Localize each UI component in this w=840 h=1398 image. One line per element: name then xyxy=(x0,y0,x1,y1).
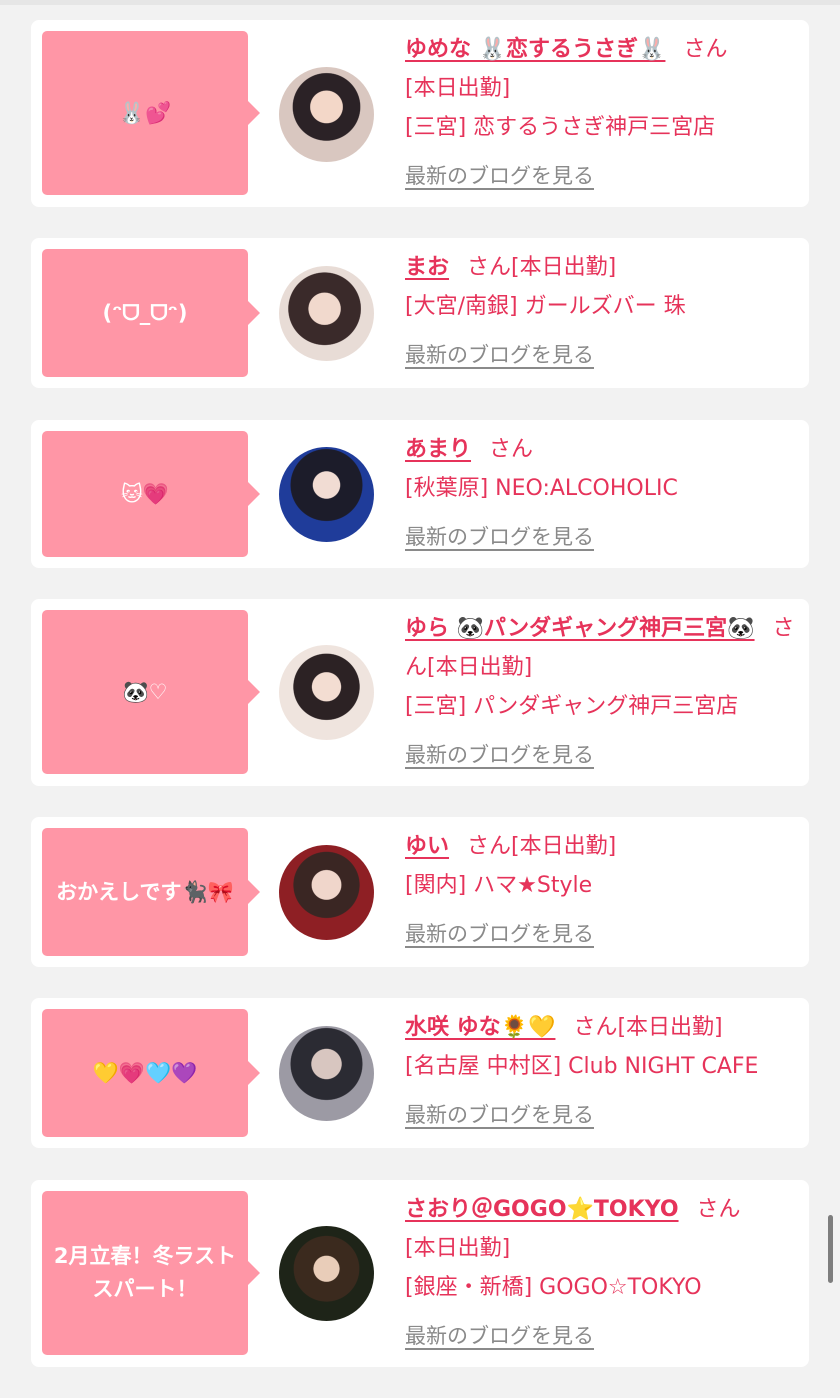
name-line: さおり＠GOGO⭐TOKYO さん xyxy=(405,1190,805,1229)
name-line: あまり さん xyxy=(405,430,805,469)
name-line: ゆめな 🐰恋するうさぎ🐰 さん xyxy=(405,30,805,69)
cast-name-link[interactable]: さおり＠GOGO⭐TOKYO xyxy=(405,1197,679,1222)
cast-name-link[interactable]: あまり xyxy=(405,437,471,462)
post-info: あまり さん [秋葉原] NEO:ALCOHOLIC 最新のブログを見る xyxy=(405,430,805,557)
shop-location: [名古屋 中村区] Club NIGHT CAFE xyxy=(405,1054,759,1079)
post-info: ゆら 🐼パンダギャング神戸三宮🐼 さん[本日出勤] [三宮] パンダギャング神戸三… xyxy=(405,609,805,775)
post-info: ゆめな 🐰恋するうさぎ🐰 さん [本日出勤] [三宮] 恋するうさぎ神戸三宮店 最… xyxy=(405,30,805,196)
post-info: ゆい さん[本日出勤] [関内] ハマ★Style 最新のブログを見る xyxy=(405,827,805,954)
latest-blog-link[interactable]: 最新のブログを見る xyxy=(405,157,805,196)
avatar[interactable] xyxy=(279,845,374,940)
avatar[interactable] xyxy=(279,1226,374,1321)
comment-text: (ᵔᗜ_ᗜᵔ) xyxy=(102,300,188,325)
avatar[interactable] xyxy=(279,645,374,740)
latest-blog-link[interactable]: 最新のブログを見る xyxy=(405,1096,805,1135)
name-line: まお さん[本日出勤] xyxy=(405,248,805,287)
latest-blog-link[interactable]: 最新のブログを見る xyxy=(405,336,805,375)
comment-bubble: おかえしです🐈‍⬛🎀 xyxy=(42,828,260,956)
blog-card: 🐼♡ ゆら 🐼パンダギャング神戸三宮🐼 さん[本日出勤] [三宮] パンダギャング… xyxy=(31,599,809,786)
latest-blog-link[interactable]: 最新のブログを見る xyxy=(405,736,805,775)
comment-text: 🐰💕 xyxy=(118,100,172,125)
latest-blog-link[interactable]: 最新のブログを見る xyxy=(405,1317,805,1356)
blog-card: (ᵔᗜ_ᗜᵔ) まお さん[本日出勤] [大宮/南銀] ガールズバー 珠 最新のブ… xyxy=(31,238,809,388)
latest-blog-link[interactable]: 最新のブログを見る xyxy=(405,915,805,954)
name-line: ゆら 🐼パンダギャング神戸三宮🐼 さん[本日出勤] xyxy=(405,609,805,687)
shop-location: [三宮] 恋するうさぎ神戸三宮店 xyxy=(405,115,716,140)
cast-name-link[interactable]: まお xyxy=(405,255,449,280)
honorific: さん[本日出勤] xyxy=(573,1015,723,1040)
honorific: さん xyxy=(683,37,728,62)
comment-text: 🐱💗 xyxy=(120,481,170,506)
shop-location: [銀座・新橋] GOGO☆TOKYO xyxy=(405,1275,702,1300)
cast-name-link[interactable]: ゆい xyxy=(405,834,449,859)
shop-location: [秋葉原] NEO:ALCOHOLIC xyxy=(405,476,678,501)
blog-card: 🐱💗 あまり さん [秋葉原] NEO:ALCOHOLIC 最新のブログを見る xyxy=(31,420,809,568)
comment-bubble: 🐰💕 xyxy=(42,31,260,195)
name-line: ゆい さん[本日出勤] xyxy=(405,827,805,866)
comment-bubble: 🐼♡ xyxy=(42,610,260,774)
attendance-status: [本日出勤] xyxy=(405,76,511,101)
comment-bubble: 🐱💗 xyxy=(42,431,260,557)
comment-text: 2月立春！冬ラストスパート！ xyxy=(53,1244,237,1301)
post-info: まお さん[本日出勤] [大宮/南銀] ガールズバー 珠 最新のブログを見る xyxy=(405,248,805,375)
scrollbar-thumb[interactable] xyxy=(828,1215,833,1283)
blog-card: 🐰💕 ゆめな 🐰恋するうさぎ🐰 さん [本日出勤] [三宮] 恋するうさぎ神戸三宮… xyxy=(31,20,809,207)
comment-bubble: (ᵔᗜ_ᗜᵔ) xyxy=(42,249,260,377)
honorific: さん[本日出勤] xyxy=(467,255,617,280)
honorific: さん xyxy=(696,1197,741,1222)
shop-location: [三宮] パンダギャング神戸三宮店 xyxy=(405,694,739,719)
honorific: さん[本日出勤] xyxy=(467,834,617,859)
cast-name-link[interactable]: ゆめな 🐰恋するうさぎ🐰 xyxy=(405,37,665,62)
avatar[interactable] xyxy=(279,67,374,162)
comment-text: 💛💗🩵💜 xyxy=(92,1060,198,1085)
attendance-status: [本日出勤] xyxy=(405,1236,511,1261)
blog-card: おかえしです🐈‍⬛🎀 ゆい さん[本日出勤] [関内] ハマ★Style 最新のブ… xyxy=(31,817,809,967)
comment-bubble: 💛💗🩵💜 xyxy=(42,1009,260,1137)
shop-location: [大宮/南銀] ガールズバー 珠 xyxy=(405,294,686,319)
blog-card: 💛💗🩵💜 水咲 ゆな🌻💛 さん[本日出勤] [名古屋 中村区] Club NIGH… xyxy=(31,998,809,1148)
honorific: さん xyxy=(489,437,534,462)
cast-name-link[interactable]: ゆら 🐼パンダギャング神戸三宮🐼 xyxy=(405,616,755,641)
comment-text: 🐼♡ xyxy=(122,679,168,704)
post-info: さおり＠GOGO⭐TOKYO さん [本日出勤] [銀座・新橋] GOGO☆TOK… xyxy=(405,1190,805,1356)
shop-location: [関内] ハマ★Style xyxy=(405,873,593,898)
avatar[interactable] xyxy=(279,1026,374,1121)
latest-blog-link[interactable]: 最新のブログを見る xyxy=(405,518,805,557)
comment-bubble: 2月立春！冬ラストスパート！ xyxy=(42,1191,260,1355)
blog-card: 2月立春！冬ラストスパート！ さおり＠GOGO⭐TOKYO さん [本日出勤] [… xyxy=(31,1180,809,1367)
avatar[interactable] xyxy=(279,447,374,542)
name-line: 水咲 ゆな🌻💛 さん[本日出勤] xyxy=(405,1008,805,1047)
avatar[interactable] xyxy=(279,266,374,361)
top-divider xyxy=(0,0,840,5)
cast-name-link[interactable]: 水咲 ゆな🌻💛 xyxy=(405,1015,555,1040)
comment-text: おかえしです🐈‍⬛🎀 xyxy=(56,879,234,904)
post-info: 水咲 ゆな🌻💛 さん[本日出勤] [名古屋 中村区] Club NIGHT CAF… xyxy=(405,1008,805,1135)
